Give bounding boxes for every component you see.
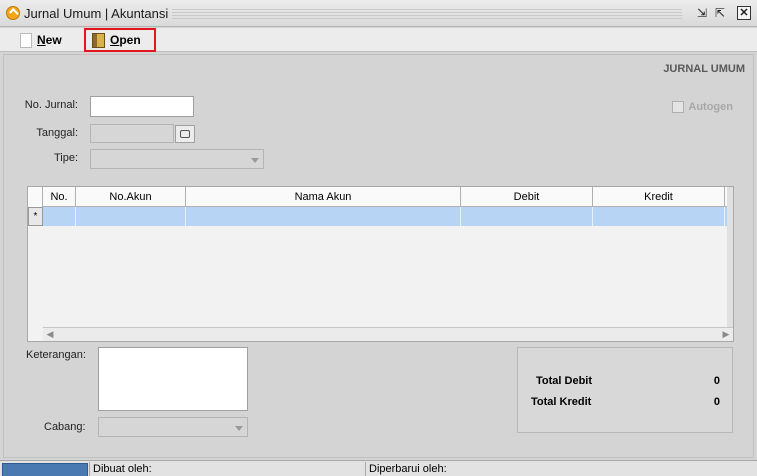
open-button[interactable]: Open (84, 28, 156, 52)
open-button-label: Open (110, 33, 141, 47)
tipe-label: Tipe: (53, 152, 78, 164)
diperbarui-oleh-status: Diperbarui oleh: (365, 462, 757, 476)
scroll-left-icon[interactable]: ◀ (43, 328, 57, 341)
chevron-down-icon (235, 426, 243, 431)
form-title: JURNAL UMUM (663, 63, 745, 75)
no-jurnal-label: No. Jurnal: (24, 99, 78, 111)
vertical-scrollbar[interactable] (727, 187, 733, 341)
calendar-button[interactable] (175, 125, 195, 143)
close-icon[interactable]: ✕ (737, 6, 751, 20)
total-debit-value: 0 (713, 375, 720, 387)
window-title: Jurnal Umum | Akuntansi (24, 6, 169, 21)
cabang-label: Cabang: (44, 421, 86, 433)
new-row-marker[interactable]: * (28, 207, 43, 226)
restore-icon[interactable]: ⇲ (695, 6, 709, 20)
total-debit-label: Total Debit (536, 375, 593, 387)
status-bar: Dibuat oleh: Diperbarui oleh: (0, 460, 757, 476)
scroll-right-icon[interactable]: ▶ (719, 328, 733, 341)
grid-corner (28, 187, 43, 207)
journal-grid[interactable]: No. No.Akun Nama Akun Debit Kredit * ◀ ▶ (27, 186, 734, 342)
total-kredit-label: Total Kredit (531, 396, 592, 408)
grid-header: No. No.Akun Nama Akun Debit Kredit (28, 187, 733, 207)
cell-no[interactable] (43, 207, 76, 226)
autogen-label: Autogen (688, 101, 733, 113)
title-bar-grip (172, 9, 682, 19)
keterangan-textarea[interactable] (98, 347, 248, 411)
status-indicator (2, 463, 88, 476)
horizontal-scrollbar[interactable]: ◀ ▶ (43, 327, 733, 341)
tanggal-label: Tanggal: (36, 127, 78, 139)
chevron-down-icon (251, 158, 259, 163)
calendar-icon (180, 130, 190, 138)
table-row[interactable] (43, 207, 732, 226)
new-button-label: New (37, 33, 62, 47)
toolbar: New Open (0, 28, 757, 52)
form-panel: JURNAL UMUM No. Jurnal: Tanggal: Tipe: A… (3, 54, 754, 458)
keterangan-label: Keterangan: (26, 349, 86, 361)
no-jurnal-field[interactable] (90, 96, 194, 117)
checkbox-icon (672, 101, 685, 113)
title-bar: Jurnal Umum | Akuntansi ⇲ ⇱ ✕ (0, 0, 757, 27)
column-header-no[interactable]: No. (43, 187, 76, 207)
dibuat-oleh-status: Dibuat oleh: (89, 462, 365, 476)
column-header-nama-akun[interactable]: Nama Akun (186, 187, 461, 207)
tanggal-field[interactable] (90, 124, 174, 143)
totals-box: Total Debit 0 Total Kredit 0 (517, 347, 733, 433)
cabang-select[interactable] (98, 417, 248, 437)
column-header-debit[interactable]: Debit (461, 187, 593, 207)
open-folder-icon (92, 32, 105, 48)
autogen-checkbox[interactable]: Autogen (672, 101, 733, 113)
cell-debit[interactable] (461, 207, 593, 226)
column-header-no-akun[interactable]: No.Akun (76, 187, 186, 207)
new-button[interactable]: New (20, 30, 62, 50)
app-icon (6, 6, 20, 20)
total-kredit-value: 0 (713, 396, 720, 408)
column-header-kredit[interactable]: Kredit (593, 187, 725, 207)
cell-nama-akun[interactable] (186, 207, 461, 226)
tipe-select[interactable] (90, 149, 264, 169)
cell-kredit[interactable] (593, 207, 725, 226)
maximize-icon[interactable]: ⇱ (713, 6, 727, 20)
cell-no-akun[interactable] (76, 207, 186, 226)
new-document-icon (20, 32, 32, 48)
